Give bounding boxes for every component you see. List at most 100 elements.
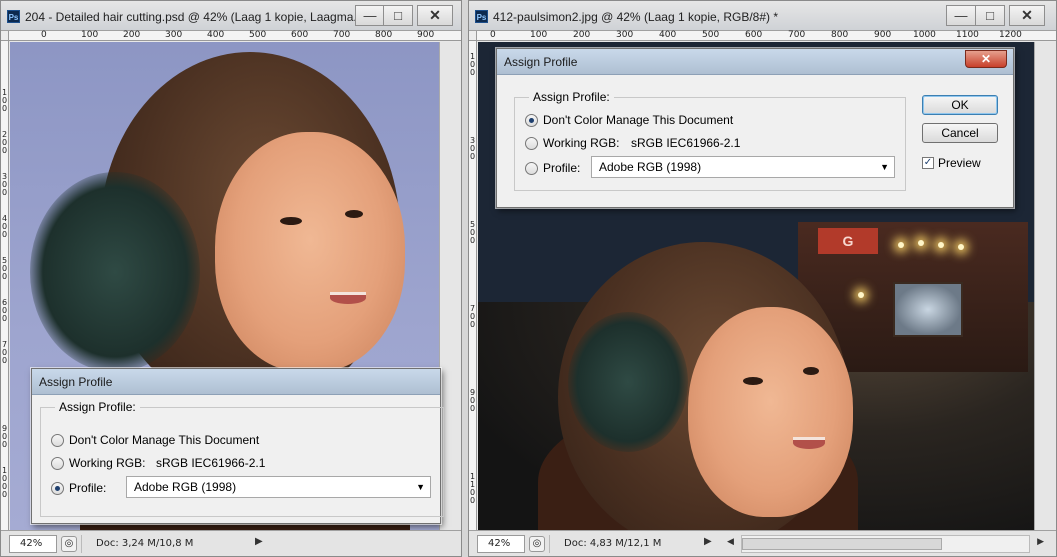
horizontal-scrollbar[interactable] — [741, 535, 1030, 553]
ruler-label: 700 — [333, 30, 351, 40]
chevron-down-icon: ▼ — [416, 482, 425, 492]
ruler-label: 6 0 0 — [2, 298, 8, 323]
option-dont-color-manage[interactable]: Don't Color Manage This Document — [51, 430, 411, 450]
ruler-horizontal[interactable]: 0 100 200 300 400 500 600 700 800 900 — [9, 30, 461, 41]
ruler-vertical[interactable]: 1 0 0 2 0 0 3 0 0 4 0 0 5 0 0 6 0 0 7 0 … — [1, 41, 9, 530]
chevron-down-icon: ▼ — [880, 162, 889, 172]
ruler-label: 7 0 0 — [2, 340, 8, 365]
ruler-label: 9 0 0 — [470, 388, 476, 413]
ruler-label: 100 — [530, 30, 548, 40]
option-label: Don't Color Manage This Document — [69, 433, 260, 447]
close-icon[interactable]: ✕ — [965, 50, 1007, 68]
group-label: Assign Profile: — [55, 400, 140, 414]
ruler-label: 500 — [702, 30, 720, 40]
ruler-label: 2 0 0 — [2, 130, 8, 155]
working-rgb-value: sRGB IEC61966-2.1 — [631, 136, 741, 150]
status-menu-icon[interactable]: ◎ — [61, 536, 77, 552]
option-label: Profile: — [543, 161, 581, 175]
window-titlebar[interactable]: Ps 204 - Detailed hair cutting.psd @ 42%… — [1, 1, 461, 31]
ruler-label: 5 0 0 — [2, 256, 8, 281]
ruler-label: 3 0 0 — [2, 172, 8, 197]
status-bar: 42% ◎ Doc: 3,24 M/10,8 M ▶ — [1, 530, 461, 556]
photoshop-badge-icon: Ps — [7, 10, 20, 23]
profile-select-value: Adobe RGB (1998) — [599, 160, 702, 174]
option-working-rgb[interactable]: Working RGB: sRGB IEC61966-2.1 — [525, 133, 885, 153]
ruler-label: 4 0 0 — [2, 214, 8, 239]
ruler-label: 700 — [788, 30, 806, 40]
ruler-corner[interactable] — [469, 31, 477, 41]
profile-select[interactable]: Adobe RGB (1998) ▼ — [591, 156, 895, 178]
scrollbar-thumb[interactable] — [742, 538, 942, 550]
ruler-label: 300 — [616, 30, 634, 40]
radio-button[interactable] — [51, 457, 64, 470]
ruler-label: 1 0 0 0 — [2, 466, 8, 499]
ruler-label: 400 — [659, 30, 677, 40]
cancel-button[interactable]: Cancel — [922, 123, 998, 143]
ruler-label: 1 0 0 — [2, 88, 8, 113]
option-label: Working RGB: — [69, 456, 146, 470]
maximize-icon[interactable]: □ — [975, 5, 1005, 26]
photoshop-badge-icon: Ps — [475, 10, 488, 23]
option-label: Profile: — [69, 481, 107, 495]
radio-button-selected[interactable] — [51, 482, 64, 495]
profile-select-value: Adobe RGB (1998) — [134, 480, 237, 494]
option-working-rgb[interactable]: Working RGB: sRGB IEC61966-2.1 — [51, 453, 411, 473]
option-label: Don't Color Manage This Document — [543, 113, 734, 127]
arrow-left-icon[interactable]: ◀ — [727, 537, 734, 547]
status-menu-icon[interactable]: ◎ — [529, 536, 545, 552]
assign-profile-group: Assign Profile: Don't Color Manage This … — [40, 400, 444, 517]
group-label: Assign Profile: — [529, 90, 614, 104]
assign-profile-dialog: Assign Profile ✕ Assign Profile: Don't C… — [496, 48, 1014, 208]
arrow-right-icon[interactable]: ▶ — [704, 536, 712, 547]
assign-profile-group: Assign Profile: Don't Color Manage This … — [514, 90, 906, 191]
ruler-label: 200 — [573, 30, 591, 40]
profile-select[interactable]: Adobe RGB (1998) ▼ — [126, 476, 431, 498]
ruler-label: 600 — [291, 30, 309, 40]
ruler-label: 800 — [831, 30, 849, 40]
close-icon[interactable]: ✕ — [1009, 5, 1045, 26]
ruler-label: 400 — [207, 30, 225, 40]
dialog-title: Assign Profile — [497, 49, 1013, 75]
close-icon[interactable]: ✕ — [417, 5, 453, 26]
document-window-right: Ps 412-paulsimon2.jpg @ 42% (Laag 1 kopi… — [468, 0, 1057, 557]
ruler-label: 900 — [874, 30, 892, 40]
document-window-left: Ps 204 - Detailed hair cutting.psd @ 42%… — [0, 0, 462, 557]
option-dont-color-manage[interactable]: Don't Color Manage This Document — [525, 110, 885, 130]
ruler-vertical[interactable]: 1 0 0 3 0 0 5 0 0 7 0 0 9 0 0 1 1 0 0 — [469, 41, 477, 530]
working-rgb-value: sRGB IEC61966-2.1 — [156, 456, 266, 470]
ruler-label: 100 — [81, 30, 99, 40]
ruler-label: 900 — [417, 30, 435, 40]
stage-banner: G — [818, 228, 878, 254]
radio-button[interactable] — [525, 137, 538, 150]
minimize-icon[interactable]: — — [355, 5, 385, 26]
assign-profile-dialog: Assign Profile Assign Profile: Don't Col… — [31, 368, 444, 524]
zoom-field[interactable]: 42% — [9, 535, 57, 553]
ruler-label: 300 — [165, 30, 183, 40]
zoom-field[interactable]: 42% — [477, 535, 525, 553]
ruler-label: 5 0 0 — [470, 220, 476, 245]
window-titlebar[interactable]: Ps 412-paulsimon2.jpg @ 42% (Laag 1 kopi… — [469, 1, 1056, 31]
ok-button[interactable]: OK — [922, 95, 998, 115]
maximize-icon[interactable]: □ — [383, 5, 413, 26]
minimize-icon[interactable]: — — [946, 5, 976, 26]
radio-button-selected[interactable] — [525, 114, 538, 127]
document-info: Doc: 3,24 M/10,8 M — [81, 535, 251, 553]
checkmark-icon[interactable]: ✓ — [922, 157, 934, 169]
arrow-right-icon[interactable]: ▶ — [1037, 537, 1044, 547]
ruler-label: 500 — [249, 30, 267, 40]
preview-label[interactable]: Preview — [938, 156, 981, 170]
status-bar: 42% ◎ Doc: 4,83 M/12,1 M ▶ ◀ ▶ — [469, 530, 1056, 556]
vertical-scrollbar[interactable] — [1034, 42, 1056, 530]
radio-button[interactable] — [525, 162, 538, 175]
ruler-label: 1100 — [956, 30, 979, 40]
ruler-label: 1 0 0 — [470, 52, 476, 77]
ruler-label: 800 — [375, 30, 393, 40]
arrow-right-icon[interactable]: ▶ — [255, 536, 263, 547]
document-info: Doc: 4,83 M/12,1 M — [549, 535, 699, 553]
ruler-label: 9 0 0 — [2, 424, 8, 449]
ruler-corner[interactable] — [1, 31, 9, 41]
radio-button[interactable] — [51, 434, 64, 447]
ruler-horizontal[interactable]: 0 100 200 300 400 500 600 700 800 900 10… — [477, 30, 1056, 41]
window-title: 412-paulsimon2.jpg @ 42% (Laag 1 kopie, … — [493, 10, 779, 24]
ruler-label: 200 — [123, 30, 141, 40]
